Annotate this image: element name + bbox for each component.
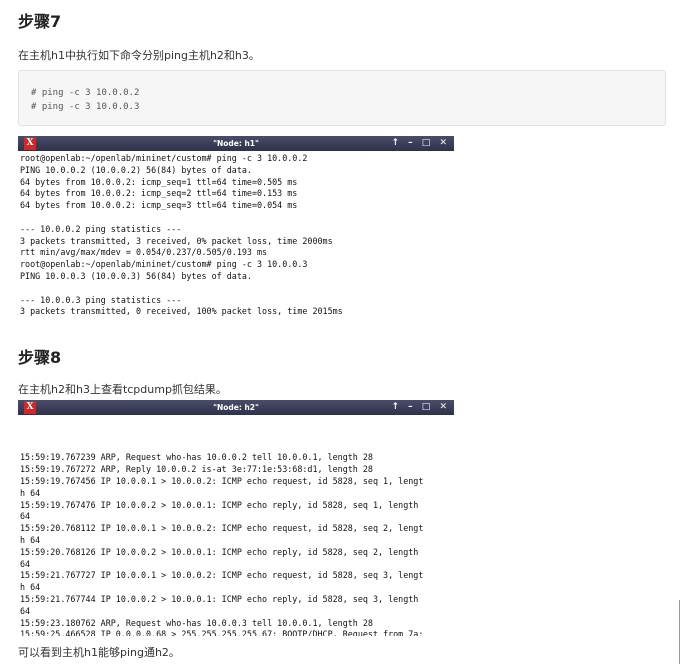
window-controls[interactable]: ↑ – □ ✕	[392, 400, 451, 415]
terminal-output: root@openlab:~/openlab/mininet/custom# p…	[18, 151, 454, 318]
terminal-line: 15:59:19.767239 ARP, Request who-has 10.…	[20, 452, 373, 463]
terminal-line: 15:59:20.768126 IP 10.0.0.2 > 10.0.0.1: …	[20, 546, 419, 557]
code-line-2: # ping -c 3 10.0.0.3	[31, 102, 140, 112]
terminal-line: 64 bytes from 10.0.0.2: icmp_seq=3 ttl=6…	[20, 200, 298, 211]
code-line-1: # ping -c 3 10.0.0.2	[31, 88, 140, 98]
terminal-title: "Node: h1"	[213, 139, 259, 148]
terminal-line: 15:59:19.767476 IP 10.0.0.2 > 10.0.0.1: …	[20, 499, 419, 510]
terminal-line: 15:59:19.767272 ARP, Reply 10.0.0.2 is-a…	[20, 464, 373, 475]
terminal-line: rtt min/avg/max/mdev = 0.054/0.237/0.505…	[20, 247, 268, 258]
terminal-line: 64	[20, 511, 31, 522]
terminal-line: 15:59:21.767727 IP 10.0.0.1 > 10.0.0.2: …	[20, 570, 424, 581]
terminal-title: "Node: h2"	[213, 403, 259, 412]
terminal-titlebar[interactable]: X "Node: h1" ↑ – □ ✕	[18, 136, 454, 151]
terminal-line: 64 bytes from 10.0.0.2: icmp_seq=2 ttl=6…	[20, 188, 298, 199]
terminal-line: 64 bytes from 10.0.0.2: icmp_seq=1 ttl=6…	[20, 176, 298, 187]
terminal-line: h 64	[20, 582, 41, 593]
terminal-line: PING 10.0.0.2 (10.0.0.2) 56(84) bytes of…	[20, 164, 252, 175]
terminal-line: 15:59:25.466528 IP 0.0.0.0.68 > 255.255.…	[20, 629, 424, 636]
terminal-line: 15:59:20.768112 IP 10.0.0.1 > 10.0.0.2: …	[20, 523, 424, 534]
terminal-line: --- 10.0.0.3 ping statistics ---	[20, 294, 182, 305]
code-block: # ping -c 3 10.0.0.2 # ping -c 3 10.0.0.…	[18, 70, 666, 126]
terminal-line: h 64	[20, 534, 41, 545]
step8-heading: 步骤8	[18, 348, 62, 367]
step8-instruction: 在主机h2和h3上查看tcpdump抓包结果。	[18, 383, 227, 396]
terminal-titlebar[interactable]: X "Node: h2" ↑ – □ ✕	[18, 400, 454, 415]
terminal-window-h2: X "Node: h2" ↑ – □ ✕ 15:59:19.767239 ARP…	[18, 400, 454, 636]
terminal-line: root@openlab:~/openlab/mininet/custom# p…	[20, 259, 308, 270]
step7-instruction: 在主机h1中执行如下命令分别ping主机h2和h3。	[18, 49, 260, 62]
window-controls[interactable]: ↑ – □ ✕	[392, 136, 451, 151]
terminal-line: 64	[20, 558, 31, 569]
terminal-line: 15:59:19.767456 IP 10.0.0.1 > 10.0.0.2: …	[20, 475, 424, 486]
conclusion-text: 可以看到主机h1能够ping通h2。	[18, 646, 180, 659]
terminal-line: 15:59:23.180762 ARP, Request who-has 10.…	[20, 617, 373, 628]
terminal-line: 3 packets transmitted, 3 received, 0% pa…	[20, 235, 333, 246]
terminal-line: 3 packets transmitted, 0 received, 100% …	[20, 306, 343, 317]
terminal-window-h1: X "Node: h1" ↑ – □ ✕ root@openlab:~/open…	[18, 136, 454, 322]
terminal-line: root@openlab:~/openlab/mininet/custom# p…	[20, 153, 308, 163]
terminal-line: PING 10.0.0.3 (10.0.0.3) 56(84) bytes of…	[20, 270, 252, 281]
step7-heading: 步骤7	[18, 12, 62, 31]
terminal-line: h 64	[20, 487, 41, 498]
terminal-line: --- 10.0.0.2 ping statistics ---	[20, 223, 182, 234]
terminal-line: 64	[20, 605, 31, 616]
scrollbar[interactable]	[679, 600, 680, 664]
terminal-output: 15:59:19.767239 ARP, Request who-has 10.…	[18, 415, 454, 636]
terminal-line: 15:59:21.767744 IP 10.0.0.2 > 10.0.0.1: …	[20, 593, 419, 604]
